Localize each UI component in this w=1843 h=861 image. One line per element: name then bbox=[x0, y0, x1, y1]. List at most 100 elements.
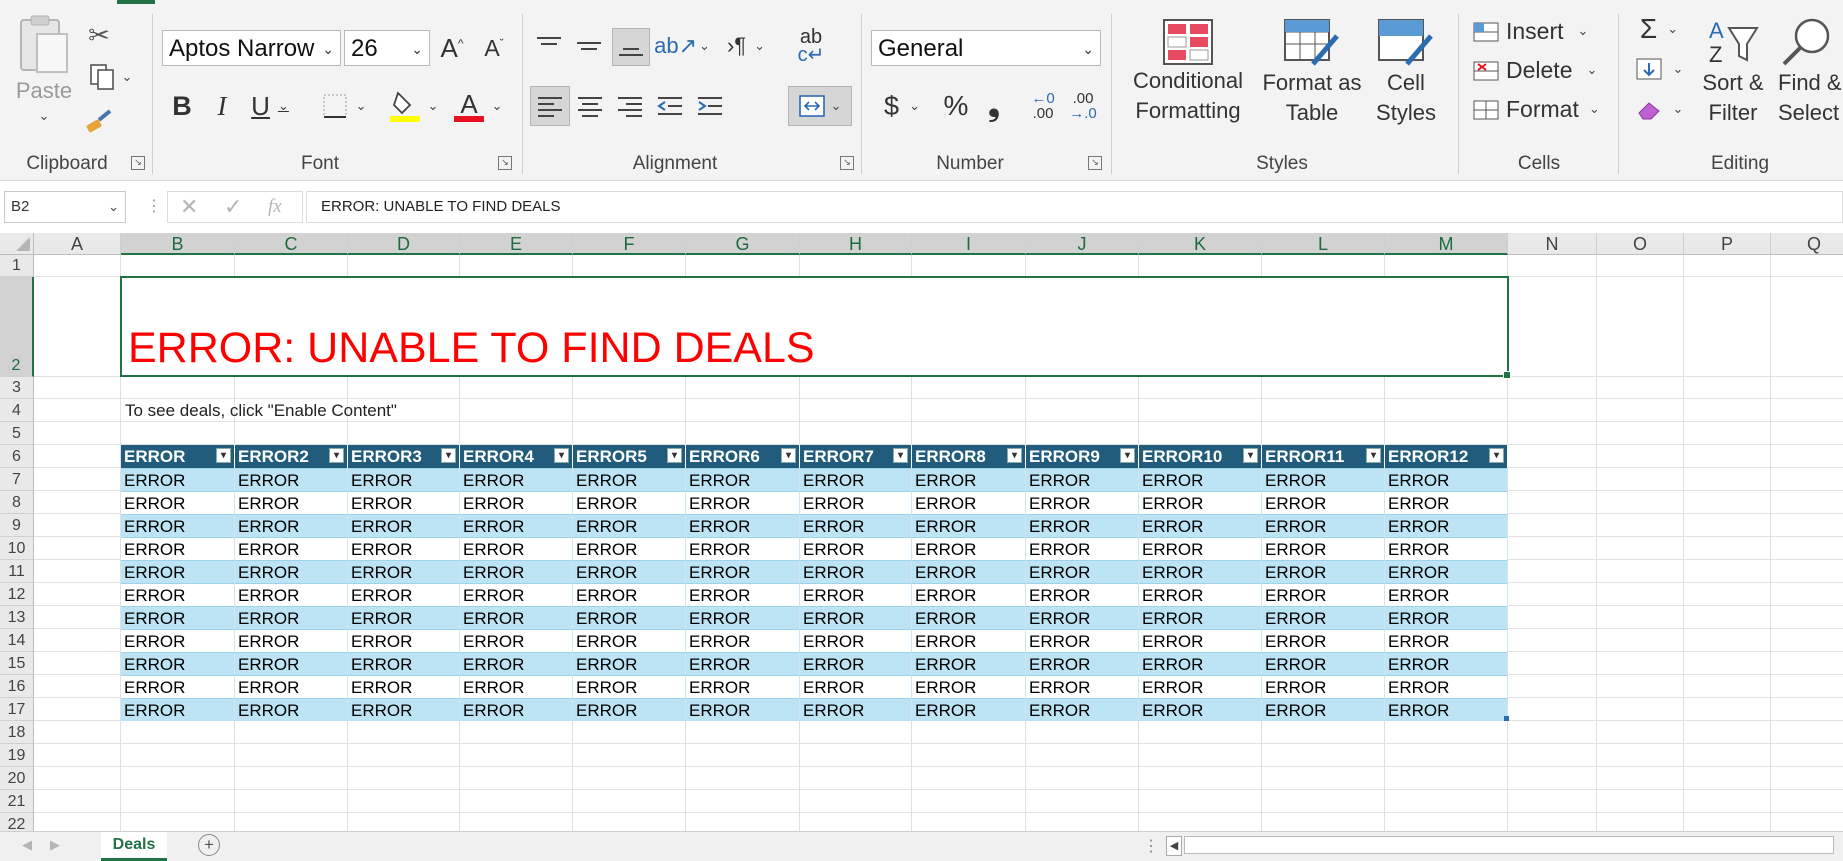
table-cell[interactable]: ERROR bbox=[348, 583, 460, 606]
filter-dropdown-icon[interactable]: ▾ bbox=[1120, 448, 1135, 463]
table-cell[interactable]: ERROR bbox=[121, 629, 235, 652]
autosum-button[interactable]: Σ ⌄ bbox=[1632, 12, 1686, 46]
font-name-select[interactable]: Aptos Narrow ⌄ bbox=[162, 30, 341, 66]
table-cell[interactable]: ERROR bbox=[686, 583, 800, 606]
table-cell[interactable]: ERROR bbox=[460, 629, 573, 652]
table-cell[interactable]: ERROR bbox=[1026, 698, 1139, 721]
table-cell[interactable]: ERROR bbox=[460, 491, 573, 514]
table-cell[interactable]: ERROR bbox=[1026, 514, 1139, 537]
italic-button[interactable]: I bbox=[206, 88, 238, 124]
table-cell[interactable]: ERROR bbox=[1262, 606, 1385, 629]
table-cell[interactable]: ERROR bbox=[573, 468, 686, 491]
align-left-button[interactable] bbox=[530, 86, 570, 126]
table-cell[interactable]: ERROR bbox=[573, 675, 686, 698]
table-cell[interactable]: ERROR bbox=[1139, 606, 1262, 629]
table-cell[interactable]: ERROR bbox=[573, 560, 686, 583]
table-cell[interactable]: ERROR bbox=[121, 537, 235, 560]
column-header-h[interactable]: H bbox=[800, 233, 912, 255]
table-cell[interactable]: ERROR bbox=[800, 537, 912, 560]
table-header-cell[interactable]: ERROR11 ▾ bbox=[1262, 445, 1385, 468]
table-cell[interactable]: ERROR bbox=[686, 468, 800, 491]
table-cell[interactable]: ERROR bbox=[1026, 652, 1139, 675]
font-color-button[interactable]: A ⌄ bbox=[450, 86, 506, 126]
table-cell[interactable]: ERROR bbox=[1385, 560, 1508, 583]
table-cell[interactable]: ERROR bbox=[912, 537, 1026, 560]
table-cell[interactable]: ERROR bbox=[460, 675, 573, 698]
table-cell[interactable]: ERROR bbox=[348, 514, 460, 537]
table-cell[interactable]: ERROR bbox=[1262, 560, 1385, 583]
table-cell[interactable]: ERROR bbox=[1026, 491, 1139, 514]
table-cell[interactable]: ERROR bbox=[1139, 468, 1262, 491]
decrease-indent-button[interactable] bbox=[652, 86, 688, 126]
table-header-cell[interactable]: ERROR3 ▾ bbox=[348, 445, 460, 468]
table-cell[interactable]: ERROR bbox=[348, 652, 460, 675]
enter-icon[interactable]: ✓ bbox=[224, 194, 242, 220]
middle-align-button[interactable] bbox=[572, 28, 606, 64]
cut-button[interactable]: ✂ bbox=[84, 20, 114, 50]
increase-decimal-button[interactable]: ←0 .00 bbox=[1024, 86, 1062, 126]
filter-dropdown-icon[interactable]: ▾ bbox=[1366, 448, 1381, 463]
table-cell[interactable]: ERROR bbox=[1026, 675, 1139, 698]
table-cell[interactable]: ERROR bbox=[1139, 698, 1262, 721]
table-cell[interactable]: ERROR bbox=[800, 698, 912, 721]
sheet-tab-deals[interactable]: Deals bbox=[101, 832, 167, 861]
title-cell[interactable]: ERROR: UNABLE TO FIND DEALS bbox=[120, 276, 1511, 379]
table-cell[interactable]: ERROR bbox=[686, 514, 800, 537]
table-cell[interactable]: ERROR bbox=[1262, 537, 1385, 560]
table-cell[interactable]: ERROR bbox=[121, 606, 235, 629]
number-dialog-launcher[interactable]: ↘ bbox=[1088, 156, 1102, 170]
table-cell[interactable]: ERROR bbox=[1385, 698, 1508, 721]
cell-styles-button[interactable]: Cell Styles bbox=[1364, 18, 1448, 140]
column-header-k[interactable]: K bbox=[1139, 233, 1262, 255]
table-cell[interactable]: ERROR bbox=[348, 629, 460, 652]
table-cell[interactable]: ERROR bbox=[348, 560, 460, 583]
row-header-4[interactable]: 4 bbox=[0, 399, 34, 422]
filter-dropdown-icon[interactable]: ▾ bbox=[554, 448, 569, 463]
table-cell[interactable]: ERROR bbox=[460, 560, 573, 583]
table-cell[interactable]: ERROR bbox=[121, 698, 235, 721]
fill-handle[interactable] bbox=[1503, 371, 1511, 379]
table-cell[interactable]: ERROR bbox=[1262, 468, 1385, 491]
table-cell[interactable]: ERROR bbox=[121, 468, 235, 491]
filter-dropdown-icon[interactable]: ▾ bbox=[781, 448, 796, 463]
sort-filter-button[interactable]: A Z Sort & Filter bbox=[1694, 16, 1772, 138]
table-cell[interactable]: ERROR bbox=[235, 537, 348, 560]
table-cell[interactable]: ERROR bbox=[573, 491, 686, 514]
table-cell[interactable]: ERROR bbox=[235, 675, 348, 698]
table-cell[interactable]: ERROR bbox=[1026, 606, 1139, 629]
row-header-20[interactable]: 20 bbox=[0, 767, 34, 790]
table-cell[interactable]: ERROR bbox=[573, 514, 686, 537]
column-header-j[interactable]: J bbox=[1026, 233, 1139, 255]
table-cell[interactable]: ERROR bbox=[1385, 606, 1508, 629]
add-sheet-icon[interactable]: + bbox=[198, 834, 220, 856]
table-cell[interactable]: ERROR bbox=[121, 560, 235, 583]
table-cell[interactable]: ERROR bbox=[686, 675, 800, 698]
format-painter-button[interactable] bbox=[84, 106, 114, 136]
column-header-g[interactable]: G bbox=[686, 233, 800, 255]
row-header-14[interactable]: 14 bbox=[0, 629, 34, 652]
table-header-cell[interactable]: ERROR4 ▾ bbox=[460, 445, 573, 468]
wrap-text-button[interactable]: ab c↵ bbox=[794, 27, 828, 65]
row-header-12[interactable]: 12 bbox=[0, 583, 34, 606]
row-header-11[interactable]: 11 bbox=[0, 560, 34, 583]
table-cell[interactable]: ERROR bbox=[235, 514, 348, 537]
decrease-font-size-button[interactable]: Aˇ bbox=[478, 30, 510, 66]
table-cell[interactable]: ERROR bbox=[686, 606, 800, 629]
table-cell[interactable]: ERROR bbox=[460, 514, 573, 537]
format-cells-button[interactable]: Format ⌄ bbox=[1472, 92, 1608, 126]
copy-button[interactable]: ⌄ bbox=[82, 62, 138, 92]
table-cell[interactable]: ERROR bbox=[912, 629, 1026, 652]
name-box[interactable]: B2 ⌄ bbox=[4, 191, 126, 223]
table-cell[interactable]: ERROR bbox=[1262, 652, 1385, 675]
column-header-p[interactable]: P bbox=[1684, 233, 1771, 255]
table-cell[interactable]: ERROR bbox=[1139, 537, 1262, 560]
alignment-dialog-launcher[interactable]: ↘ bbox=[840, 156, 854, 170]
row-header-10[interactable]: 10 bbox=[0, 537, 34, 560]
table-cell[interactable]: ERROR bbox=[235, 606, 348, 629]
row-header-17[interactable]: 17 bbox=[0, 698, 34, 721]
table-cell[interactable]: ERROR bbox=[686, 698, 800, 721]
table-cell[interactable]: ERROR bbox=[1385, 514, 1508, 537]
paste-button[interactable]: Paste ⌄ bbox=[12, 14, 76, 134]
top-align-button[interactable] bbox=[532, 28, 566, 64]
filter-dropdown-icon[interactable]: ▾ bbox=[1007, 448, 1022, 463]
